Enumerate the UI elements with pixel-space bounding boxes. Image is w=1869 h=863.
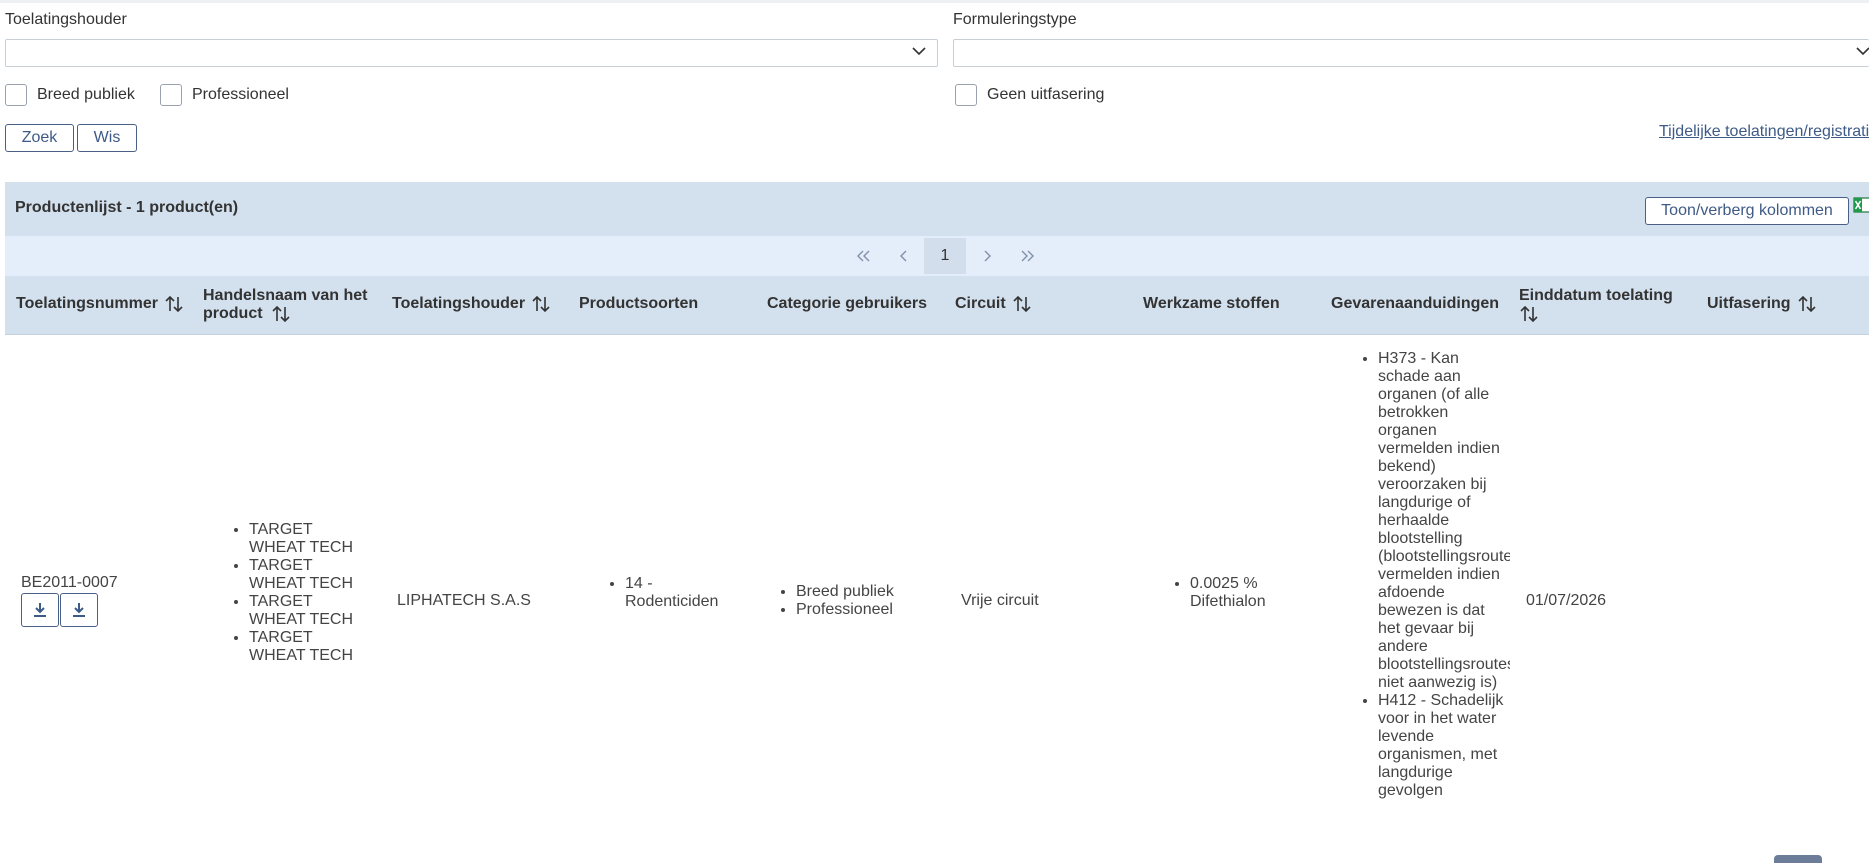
list-item: 0.0025 % Difethialon [1190, 575, 1300, 611]
list-item: Professioneel [796, 601, 936, 619]
last-page-button[interactable] [1014, 236, 1042, 276]
next-page-button[interactable] [975, 236, 999, 276]
column-header-toelatingshouder[interactable]: Toelatingshouder [392, 295, 551, 313]
column-header-label: Einddatum toelating [1519, 287, 1673, 304]
double-chevron-right-icon [1021, 250, 1034, 262]
cell-handelsnaam: TARGET WHEAT TECH TARGET WHEAT TECH TARG… [229, 521, 369, 665]
product-list-header [5, 182, 1869, 236]
first-page-button[interactable] [850, 236, 876, 276]
list-item: 14 - Rodenticiden [625, 575, 735, 611]
categorie-list: Breed publiek Professioneel [776, 583, 936, 619]
download-button[interactable] [21, 593, 59, 627]
scroll-to-top-button[interactable] [1774, 855, 1822, 863]
prev-page-button[interactable] [892, 236, 916, 276]
cell-productsoorten: 14 - Rodenticiden [605, 575, 735, 611]
excel-export-icon[interactable] [1852, 195, 1869, 215]
toelatingshouder-label: Toelatingshouder [5, 11, 127, 28]
toggle-columns-button[interactable]: Toon/verberg kolommen [1645, 197, 1849, 225]
sort-icon[interactable] [1797, 295, 1817, 313]
checkbox-box[interactable] [955, 84, 977, 106]
search-button[interactable]: Zoek [5, 124, 74, 152]
productsoorten-list: 14 - Rodenticiden [605, 575, 735, 611]
column-header-label: Gevarenaanduidingen [1331, 295, 1500, 312]
checkbox-breed-publiek[interactable]: Breed publiek [5, 84, 135, 106]
formuleringstype-select[interactable] [953, 39, 1869, 67]
cell-circuit: Vrije circuit [961, 592, 1039, 609]
cell-toelatingsnummer: BE2011-0007 [21, 574, 118, 591]
double-chevron-left-icon [857, 250, 870, 262]
column-header-label: Toelatingsnummer [16, 295, 158, 312]
top-border [0, 0, 1869, 3]
list-item: H373 - Kan schade aan organen (of alle b… [1378, 350, 1510, 692]
sort-icon[interactable] [271, 305, 291, 323]
sort-icon[interactable] [1519, 305, 1539, 323]
checkbox-box[interactable] [160, 84, 182, 106]
chevron-down-icon [1856, 47, 1869, 56]
column-header-label: Productsoorten [579, 295, 699, 312]
handelsnaam-list: TARGET WHEAT TECH TARGET WHEAT TECH TARG… [229, 521, 369, 665]
column-header-werkzame-stoffen: Werkzame stoffen [1143, 295, 1280, 313]
product-list-title: Productenlijst - 1 product(en) [15, 199, 239, 216]
list-item: TARGET WHEAT TECH [249, 557, 369, 593]
sort-icon[interactable] [1012, 295, 1032, 313]
column-header-gevaren: Gevarenaanduidingen [1331, 295, 1499, 313]
column-header-label: Uitfasering [1707, 295, 1791, 312]
cell-gevaren: H373 - Kan schade aan organen (of alle b… [1358, 350, 1510, 840]
formuleringstype-label: Formuleringstype [953, 11, 1077, 28]
download-button[interactable] [60, 593, 98, 627]
sort-icon[interactable] [164, 295, 184, 313]
chevron-down-icon [912, 47, 926, 56]
cell-toelatingshouder: LIPHATECH S.A.S [397, 592, 531, 609]
column-header-einddatum[interactable]: Einddatum toelating [1519, 287, 1694, 323]
list-item: H412 - Schadelijk voor in het water leve… [1378, 692, 1510, 800]
list-item: TARGET WHEAT TECH [249, 629, 369, 665]
sort-icon[interactable] [531, 295, 551, 313]
cell-einddatum: 01/07/2026 [1526, 592, 1607, 609]
column-header-label: Werkzame stoffen [1143, 295, 1280, 312]
checkbox-label: Professioneel [192, 86, 289, 103]
werkzame-stoffen-list: 0.0025 % Difethialon [1170, 575, 1300, 611]
column-header-uitfasering[interactable]: Uitfasering [1707, 295, 1817, 313]
gevaren-list: H373 - Kan schade aan organen (of alle b… [1358, 350, 1510, 800]
cell-werkzame-stoffen: 0.0025 % Difethialon [1170, 575, 1300, 611]
chevron-right-icon [984, 250, 991, 262]
download-icon [34, 603, 46, 617]
column-header-productsoorten: Productsoorten [579, 295, 698, 313]
cell-categorie: Breed publiek Professioneel [776, 583, 936, 619]
current-page-button[interactable]: 1 [924, 238, 966, 274]
checkbox-geen-uitfasering[interactable]: Geen uitfasering [955, 84, 1104, 106]
column-header-label: Categorie gebruikers [767, 295, 928, 312]
column-header-toelatingsnummer[interactable]: Toelatingsnummer [16, 295, 184, 313]
clear-button[interactable]: Wis [77, 124, 137, 152]
column-header-circuit[interactable]: Circuit [955, 295, 1032, 313]
column-header-categorie: Categorie gebruikers [767, 295, 927, 313]
chevron-left-icon [900, 250, 907, 262]
column-header-label: Toelatingshouder [392, 295, 526, 312]
toelatingshouder-select[interactable] [5, 39, 938, 67]
column-header-handelsnaam[interactable]: Handelsnaam van het product [203, 287, 383, 323]
download-icon [73, 603, 85, 617]
list-item: TARGET WHEAT TECH [249, 593, 369, 629]
checkbox-box[interactable] [5, 84, 27, 106]
column-header-label: Circuit [955, 295, 1006, 312]
checkbox-label: Geen uitfasering [987, 86, 1105, 103]
checkbox-professioneel[interactable]: Professioneel [160, 84, 289, 106]
temporary-authorizations-link[interactable]: Tijdelijke toelatingen/registratie [1659, 123, 1869, 141]
list-item: TARGET WHEAT TECH [249, 521, 369, 557]
checkbox-label: Breed publiek [37, 86, 135, 103]
list-item: Breed publiek [796, 583, 936, 601]
